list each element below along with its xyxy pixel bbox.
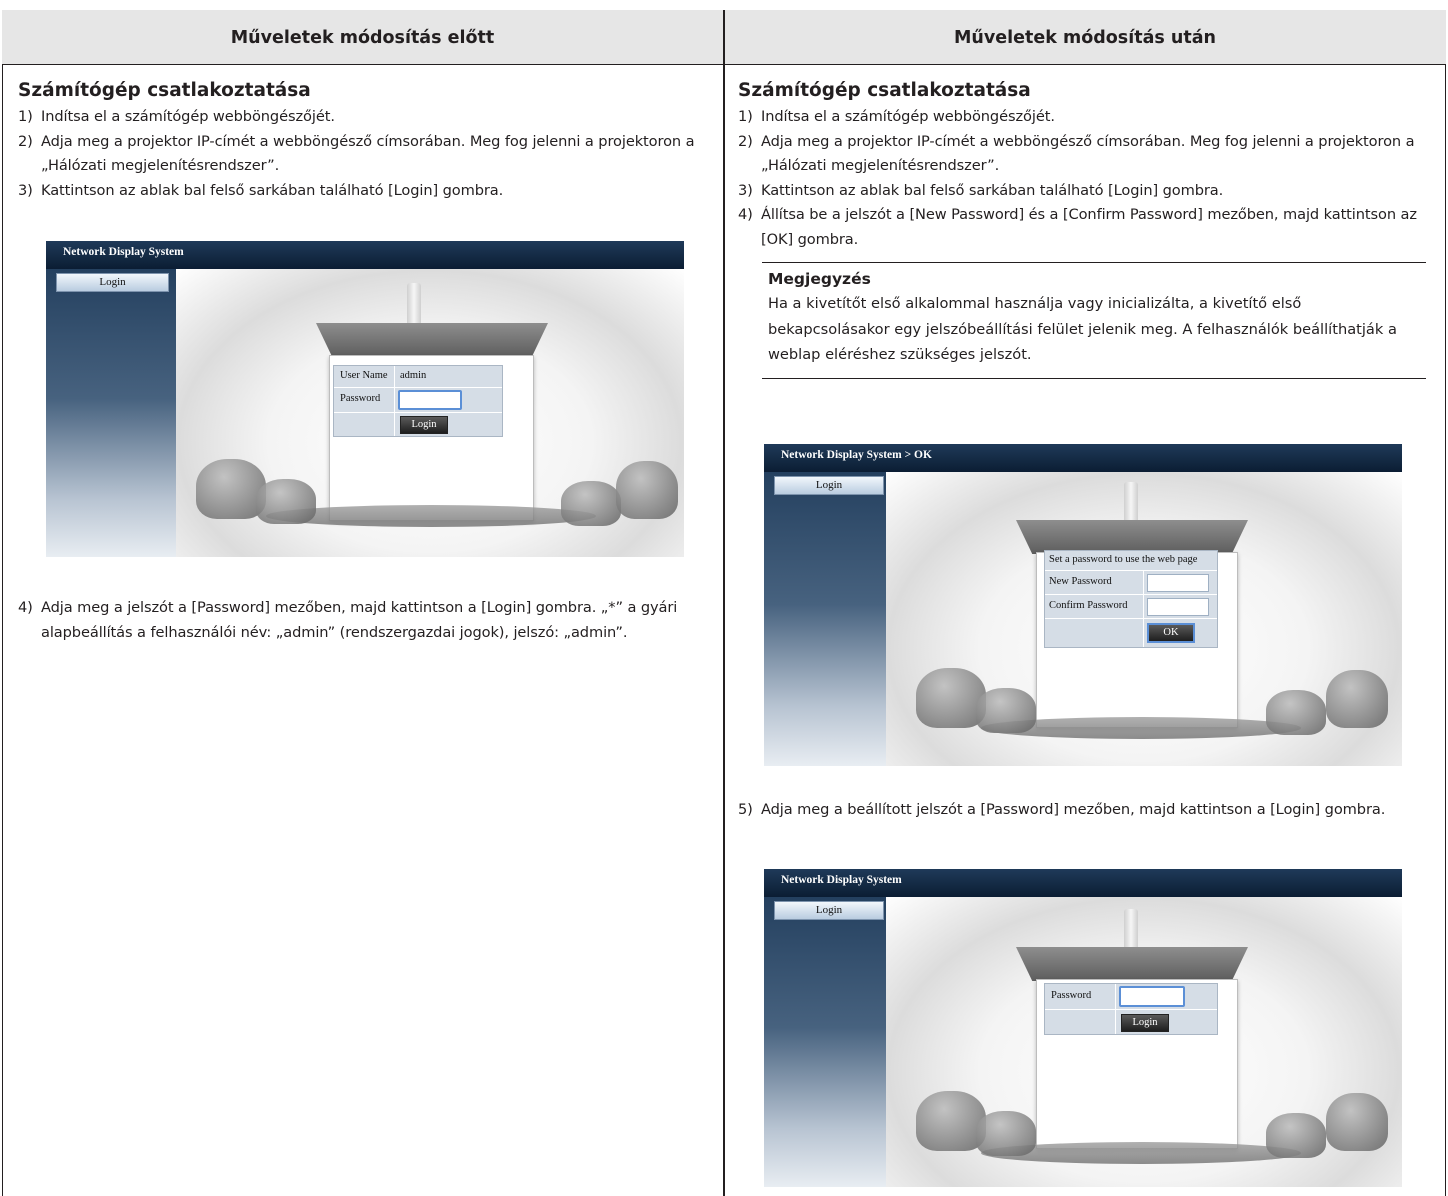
login-button[interactable]: Login: [1121, 1014, 1169, 1032]
step-2: 2) Adja meg a projektor IP-címét a webbön…: [738, 130, 1432, 179]
screenshot-login-admin: Network Display System Login User Name a…: [46, 241, 684, 557]
section-title: Számítógép csatlakoztatása: [738, 80, 1031, 101]
chair: [976, 1111, 1036, 1156]
step-number: 3): [738, 181, 753, 199]
header-after: Műveletek módosítás után: [954, 27, 1216, 48]
column-before: Számítógép csatlakoztatása 1) Indítsa el …: [18, 80, 718, 203]
new-password-input[interactable]: [1147, 574, 1209, 592]
note-box: Megjegyzés Ha a kivetítőt első alkalomma…: [762, 262, 1426, 379]
form-heading: Set a password to use the web page: [1049, 554, 1198, 565]
step-number: 3): [18, 181, 33, 199]
step-text: Adja meg a projektor IP-címét a webböngé…: [41, 132, 695, 175]
step-number: 5): [738, 801, 753, 818]
sidebar-login-button[interactable]: Login: [56, 273, 169, 292]
step-number: 1): [738, 108, 753, 125]
step-number: 2): [18, 132, 33, 150]
form-row: New Password: [1045, 571, 1217, 595]
password-label: Password: [340, 393, 381, 404]
user-name-label: User Name: [340, 370, 388, 381]
form-row: User Name admin: [334, 366, 502, 388]
step-3: 3) Kattintson az ablak bal felső sarkában…: [738, 179, 1432, 204]
screen-housing: [316, 323, 548, 357]
password-login-form: Password Login: [1044, 983, 1218, 1035]
note-title: Megjegyzés: [768, 270, 871, 288]
ceiling-mount: [1124, 482, 1138, 526]
confirm-password-input[interactable]: [1147, 598, 1209, 616]
new-password-label: New Password: [1049, 576, 1112, 587]
chair: [976, 688, 1036, 733]
chair: [1326, 1093, 1388, 1151]
step-text: Állítsa be a jelszót a [New Password] és…: [761, 206, 1417, 248]
step-3: 3) Kattintson az ablak bal felső sarkában…: [18, 179, 718, 204]
screen-housing: [1016, 947, 1248, 981]
step-text: Kattintson az ablak bal felső sarkában t…: [761, 181, 1224, 199]
step-text: Indítsa el a számítógép webböngészőjét.: [761, 108, 1055, 125]
app-title-bar: Network Display System: [46, 241, 684, 269]
form-row: Confirm Password: [1045, 595, 1217, 619]
step-2: 2) Adja meg a projektor IP-címét a webbön…: [18, 130, 718, 179]
step-number: 2): [738, 132, 753, 150]
chair: [616, 461, 678, 519]
password-input[interactable]: [1119, 986, 1185, 1007]
column-before-cont: 4) Adja meg a jelszót a [Password] mezőbe…: [18, 596, 718, 645]
ok-button[interactable]: OK: [1147, 623, 1195, 643]
column-separator: [1143, 571, 1144, 647]
login-form: User Name admin Password Login: [333, 365, 503, 437]
header-before: Műveletek módosítás előtt: [230, 27, 495, 48]
chair: [1266, 690, 1326, 735]
column-separator: [394, 366, 395, 436]
room-background: [886, 897, 1402, 1187]
chair: [1326, 670, 1388, 728]
app-title-bar: Network Display System > OK: [764, 444, 1402, 472]
step-text: Adja meg a projektor IP-címét a webböngé…: [761, 132, 1415, 175]
confirm-password-label: Confirm Password: [1049, 600, 1128, 611]
column-separator: [1115, 984, 1116, 1034]
ceiling-mount: [1124, 909, 1138, 953]
step-4: 4) Állítsa be a jelszót a [New Password] …: [738, 203, 1432, 252]
step-number: 4): [738, 206, 753, 223]
column-after: Számítógép csatlakoztatása 1) Indítsa el …: [738, 80, 1432, 379]
step-5: 5) Adja meg a beállított jelszót a [Passw…: [738, 798, 1432, 823]
step-text: Adja meg a beállított jelszót a [Passwor…: [761, 801, 1386, 818]
chair: [256, 479, 316, 524]
password-label: Password: [1051, 990, 1092, 1001]
screen-housing: [1016, 520, 1248, 554]
chair: [561, 481, 621, 526]
form-row: Password: [334, 388, 502, 413]
column-divider: [723, 10, 725, 1196]
sidebar-login-button[interactable]: Login: [774, 476, 884, 495]
column-after-cont: 5) Adja meg a beállított jelszót a [Passw…: [738, 798, 1432, 823]
step-text: Adja meg a jelszót a [Password] mezőben,…: [41, 599, 678, 641]
form-row: Set a password to use the web page: [1045, 551, 1217, 571]
sidebar: Login: [764, 897, 886, 1187]
ceiling-mount: [407, 283, 421, 327]
step-number: 4): [18, 599, 33, 616]
user-name-value: admin: [400, 370, 427, 381]
set-password-form: Set a password to use the web page New P…: [1044, 550, 1218, 648]
sidebar-login-button[interactable]: Login: [774, 901, 884, 920]
screenshot-set-password: Network Display System > OK Login Set a …: [764, 444, 1402, 766]
password-input[interactable]: [398, 390, 462, 410]
screenshot-login-password: Network Display System Login Password Lo…: [764, 869, 1402, 1187]
step-4: 4) Adja meg a jelszót a [Password] mezőbe…: [18, 596, 718, 645]
app-title-bar: Network Display System: [764, 869, 1402, 897]
step-1: 1) Indítsa el a számítógép webböngészőjét…: [18, 105, 718, 130]
login-button[interactable]: Login: [400, 416, 448, 434]
chair: [1266, 1113, 1326, 1158]
step-text: Indítsa el a számítógép webböngészőjét.: [41, 108, 335, 125]
form-row: Password: [1045, 984, 1217, 1010]
page: Műveletek módosítás előtt Műveletek módo…: [0, 0, 1448, 1196]
step-number: 1): [18, 108, 33, 125]
section-title: Számítógép csatlakoztatása: [18, 80, 311, 101]
note-text: Ha a kivetítőt első alkalommal használja…: [768, 295, 1397, 363]
sidebar: Login: [46, 269, 176, 557]
step-1: 1) Indítsa el a számítógép webböngészőjét…: [738, 105, 1432, 130]
step-text: Kattintson az ablak bal felső sarkában t…: [41, 181, 504, 199]
sidebar: Login: [764, 472, 886, 766]
